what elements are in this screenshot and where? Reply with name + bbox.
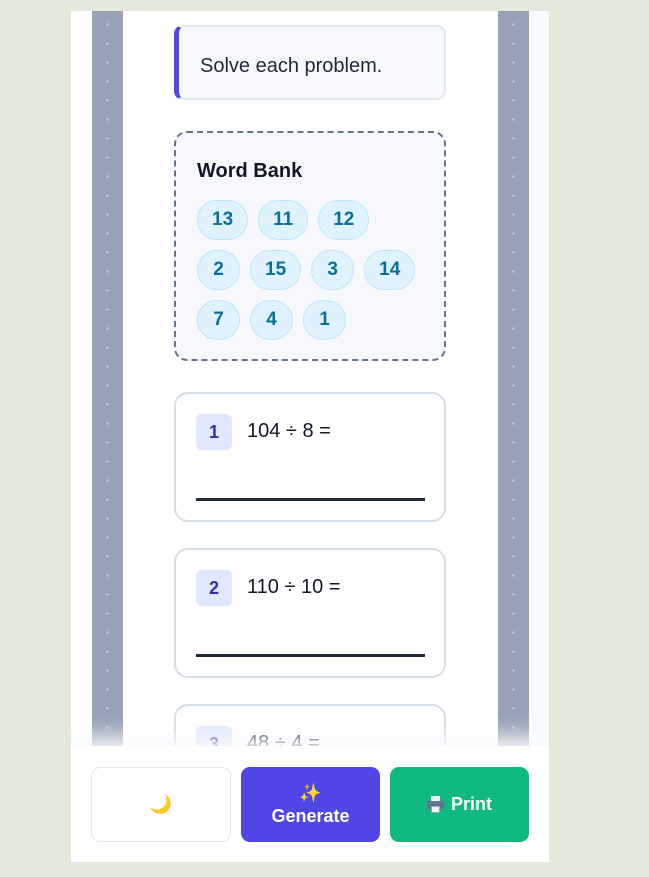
problem-card: 1 104 ÷ 8 = — [174, 392, 446, 522]
word-bank-chip: 13 — [197, 200, 249, 240]
word-bank-chip: 12 — [318, 200, 370, 240]
left-binding-rail — [92, 11, 123, 746]
generate-label: Generate — [271, 805, 350, 826]
problem-number: 2 — [196, 570, 232, 606]
answer-line — [196, 498, 425, 501]
moon-icon: 🌙 — [149, 794, 173, 814]
answer-line — [196, 654, 425, 657]
bottom-toolbar: 🌙 ✨ Generate Print — [71, 746, 549, 862]
word-bank: Word Bank 13 11 12 2 15 3 14 7 4 1 — [174, 131, 446, 361]
word-bank-chip: 3 — [311, 250, 355, 290]
problem-card: 2 110 ÷ 10 = — [174, 548, 446, 678]
word-bank-row: 13 11 12 — [197, 200, 437, 240]
right-binding-rail — [498, 11, 529, 746]
word-bank-chip: 7 — [197, 300, 240, 340]
problem-number: 1 — [196, 414, 232, 450]
word-bank-chip: 1 — [303, 300, 346, 340]
theme-toggle-button[interactable]: 🌙 — [91, 767, 231, 842]
word-bank-chip: 14 — [364, 250, 416, 290]
word-bank-title: Word Bank — [197, 160, 303, 182]
instructions-box: Solve each problem. — [174, 25, 446, 100]
sparkles-icon: ✨ — [299, 782, 322, 803]
print-label: Print — [450, 794, 492, 814]
generate-button[interactable]: ✨ Generate — [241, 767, 380, 842]
problem-expression: 104 ÷ 8 = — [247, 420, 331, 442]
word-bank-chip: 11 — [258, 200, 309, 240]
instructions-text: Solve each problem. — [200, 55, 383, 77]
word-bank-chip: 15 — [250, 250, 302, 290]
word-bank-chip: 4 — [250, 300, 293, 340]
word-bank-chips: 13 11 12 2 15 3 14 7 4 1 — [197, 200, 437, 350]
word-bank-row: 2 15 3 14 — [197, 250, 437, 290]
word-bank-chip: 2 — [197, 250, 240, 290]
print-button[interactable]: Print — [390, 767, 529, 842]
printer-icon — [426, 796, 444, 813]
word-bank-row: 7 4 1 — [197, 300, 437, 340]
worksheet-app: Solve each problem. Word Bank 13 11 12 2… — [71, 11, 549, 862]
right-margin — [529, 11, 549, 746]
problem-expression: 110 ÷ 10 = — [247, 576, 341, 598]
